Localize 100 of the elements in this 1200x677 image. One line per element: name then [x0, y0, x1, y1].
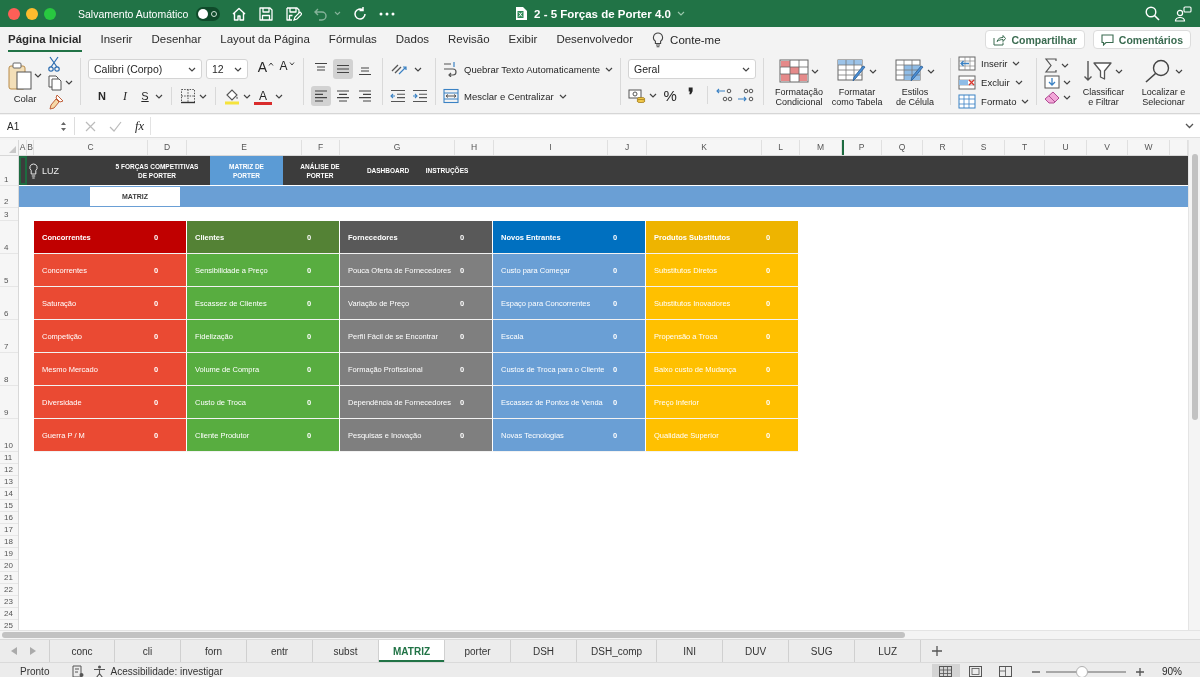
- plus-icon[interactable]: [932, 646, 943, 656]
- caret-icon[interactable]: [649, 92, 658, 98]
- column-header[interactable]: S: [963, 140, 1005, 155]
- insert-function-button[interactable]: fx: [135, 118, 145, 134]
- row-header[interactable]: 16: [0, 512, 18, 524]
- number-format-select[interactable]: Geral: [628, 59, 757, 79]
- caret-icon[interactable]: [155, 93, 163, 99]
- row-header[interactable]: 9: [0, 386, 18, 419]
- people-icon[interactable]: [1174, 5, 1192, 22]
- row-header[interactable]: 23: [0, 596, 18, 608]
- fill-color-icon[interactable]: [224, 87, 240, 105]
- row-header[interactable]: 2: [0, 186, 18, 208]
- column-header[interactable]: A: [19, 140, 27, 155]
- column-header[interactable]: G: [340, 140, 455, 155]
- styles-button[interactable]: Formatação Condicional: [771, 58, 828, 107]
- horizontal-scrollbar[interactable]: [0, 630, 1200, 639]
- ribbon-tab[interactable]: Inserir: [100, 27, 133, 52]
- paste-button[interactable]: Colar: [8, 61, 42, 104]
- row-header[interactable]: 13: [0, 476, 18, 488]
- home-icon[interactable]: [231, 5, 248, 22]
- borders-icon[interactable]: [180, 88, 196, 104]
- row-header[interactable]: 11: [0, 452, 18, 464]
- row-header[interactable]: 12: [0, 464, 18, 476]
- decrease-decimal-icon[interactable]: [737, 87, 756, 103]
- cells-button[interactable]: Inserir: [958, 55, 1030, 72]
- bold-button[interactable]: N: [92, 86, 112, 106]
- row-header[interactable]: 6: [0, 287, 18, 320]
- increase-indent-icon[interactable]: [412, 89, 428, 103]
- save-edit-icon[interactable]: [285, 5, 303, 22]
- editing-button[interactable]: Localizar e Selecionar: [1135, 58, 1192, 107]
- ribbon-tab[interactable]: Fórmulas: [328, 27, 377, 52]
- font-size-select[interactable]: 12: [206, 59, 248, 79]
- row-header[interactable]: 4: [0, 221, 18, 254]
- minimize-window-icon[interactable]: [26, 7, 38, 20]
- sheet-tab[interactable]: MATRIZ: [379, 640, 446, 662]
- shrink-font-button[interactable]: A: [278, 59, 296, 79]
- caret-icon[interactable]: [199, 93, 207, 99]
- percent-button[interactable]: %: [660, 85, 681, 105]
- horizontal-align-button[interactable]: [311, 86, 331, 106]
- caret-icon[interactable]: [1061, 63, 1070, 68]
- column-header[interactable]: V: [1087, 140, 1128, 155]
- plus-icon[interactable]: [1136, 667, 1144, 676]
- decrease-indent-icon[interactable]: [390, 89, 406, 103]
- caret-icon[interactable]: [414, 66, 422, 72]
- editing-button[interactable]: Classificar e Filtrar: [1075, 58, 1132, 107]
- caret-icon[interactable]: [65, 80, 73, 85]
- row-header[interactable]: 17: [0, 524, 18, 536]
- zoom-level[interactable]: 90%: [1162, 666, 1182, 677]
- row-header[interactable]: 18: [0, 536, 18, 548]
- row-header[interactable]: 5: [0, 254, 18, 287]
- ribbon-tab[interactable]: Página Inicial: [8, 27, 82, 52]
- vertical-align-button[interactable]: [333, 59, 353, 79]
- caret-icon[interactable]: [1063, 79, 1072, 85]
- styles-button[interactable]: Formatar como Tabela: [829, 58, 886, 107]
- share-button[interactable]: Compartilhar: [985, 30, 1085, 49]
- accessibility-icon[interactable]: [93, 665, 107, 677]
- caret-icon[interactable]: [275, 93, 283, 99]
- ribbon-tab[interactable]: Layout da Página: [220, 27, 310, 52]
- eraser-icon[interactable]: [1044, 91, 1061, 104]
- row-header[interactable]: 21: [0, 572, 18, 584]
- column-header[interactable]: M: [800, 140, 842, 155]
- sigma-icon[interactable]: [1044, 58, 1059, 73]
- column-header[interactable]: H: [455, 140, 494, 155]
- save-icon[interactable]: [258, 5, 275, 22]
- column-header[interactable]: T: [1005, 140, 1045, 155]
- underline-button[interactable]: S: [138, 86, 152, 106]
- minus-icon[interactable]: [1032, 670, 1040, 673]
- row-header[interactable]: 22: [0, 584, 18, 596]
- search-icon[interactable]: [1145, 6, 1160, 21]
- ribbon-tab[interactable]: Desenhar: [151, 27, 202, 52]
- macro-record-icon[interactable]: [72, 665, 85, 677]
- checkmark-icon[interactable]: [109, 120, 122, 132]
- comma-style-button[interactable]: ❜: [683, 85, 700, 105]
- cells-button[interactable]: Excluir: [958, 74, 1030, 91]
- wrap-text-button[interactable]: Quebrar Texto Automaticamente: [443, 58, 614, 80]
- font-name-select[interactable]: Calibri (Corpo): [88, 59, 202, 79]
- column-header[interactable]: C: [34, 140, 148, 155]
- circular-arrow-icon[interactable]: [352, 5, 369, 22]
- row-header[interactable]: 1: [0, 156, 18, 186]
- row-header[interactable]: 10: [0, 419, 18, 452]
- name-box[interactable]: A1: [0, 117, 70, 135]
- tell-me-button[interactable]: Conte-me: [652, 31, 721, 48]
- accessibility-status[interactable]: Acessibilidade: investigar: [110, 666, 223, 677]
- column-header[interactable]: W: [1128, 140, 1170, 155]
- styles-button[interactable]: Estilos de Célula: [887, 58, 944, 107]
- column-header[interactable]: K: [647, 140, 762, 155]
- column-header[interactable]: J: [608, 140, 647, 155]
- comments-button[interactable]: Comentários: [1092, 30, 1191, 49]
- column-header[interactable]: Q: [882, 140, 923, 155]
- merge-center-button[interactable]: Mesclar e Centralizar: [443, 85, 614, 107]
- zoom-slider-thumb[interactable]: [1076, 665, 1088, 677]
- column-header[interactable]: L: [762, 140, 800, 155]
- column-header[interactable]: E: [187, 140, 302, 155]
- down-arrow-box-icon[interactable]: [1044, 75, 1061, 89]
- cells-button[interactable]: Formato: [958, 93, 1030, 110]
- scissors-icon[interactable]: [48, 55, 60, 72]
- column-header[interactable]: U: [1045, 140, 1087, 155]
- row-header[interactable]: 7: [0, 320, 18, 353]
- ribbon-tab[interactable]: Desenvolvedor: [556, 27, 634, 52]
- column-header[interactable]: P: [842, 140, 882, 155]
